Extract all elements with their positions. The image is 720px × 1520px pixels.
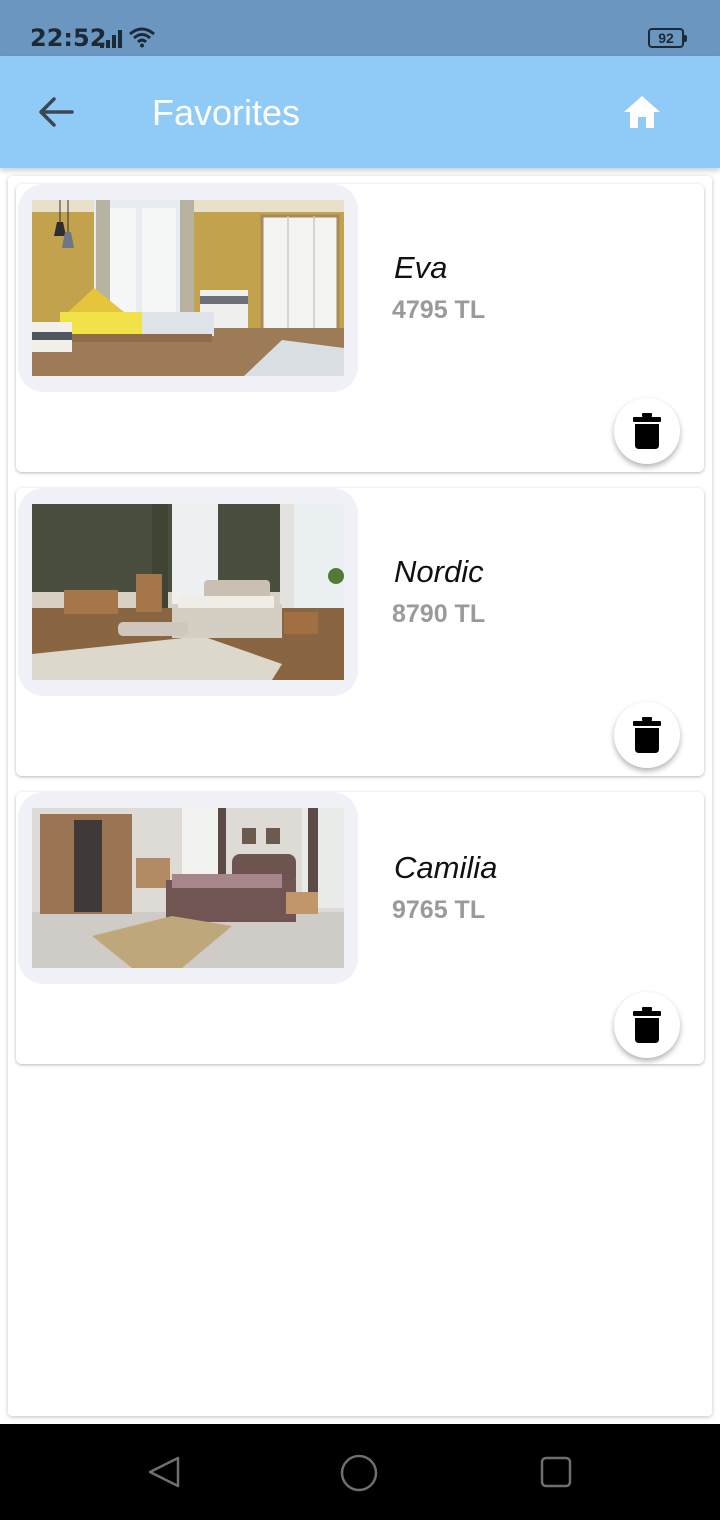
favorites-list: Eva 4795 TL Nordic 8790 TL Camilia 9765 … xyxy=(8,176,712,1416)
trash-icon xyxy=(633,717,661,753)
nav-home-icon[interactable] xyxy=(340,1454,378,1492)
product-image-nordic xyxy=(32,504,344,680)
battery-indicator: 92 xyxy=(648,28,687,48)
nav-recents-icon[interactable] xyxy=(538,1454,574,1490)
thumbnail-frame xyxy=(18,184,358,392)
status-bar: 22:52 92 xyxy=(0,0,720,56)
home-icon xyxy=(624,96,660,128)
product-image-camilia xyxy=(32,808,344,968)
home-button[interactable] xyxy=(616,84,668,140)
system-nav-bar xyxy=(0,1424,720,1520)
favorite-card[interactable]: Nordic 8790 TL xyxy=(16,488,704,776)
item-name: Nordic xyxy=(394,554,484,589)
thumbnail-frame xyxy=(18,792,358,984)
product-image-eva xyxy=(32,200,344,376)
delete-button[interactable] xyxy=(614,702,680,768)
item-price: 9765 TL xyxy=(392,896,486,924)
page-title: Favorites xyxy=(152,92,301,133)
item-price: 4795 TL xyxy=(392,296,486,324)
app-bar: Favorites xyxy=(0,56,720,168)
nav-back-icon[interactable] xyxy=(146,1454,182,1490)
status-time: 22:52 xyxy=(30,24,107,52)
favorite-card[interactable]: Camilia 9765 TL xyxy=(16,792,704,1064)
delete-button[interactable] xyxy=(614,992,680,1058)
signal-icon xyxy=(100,30,122,48)
item-name: Eva xyxy=(394,250,448,285)
item-name: Camilia xyxy=(394,850,498,885)
item-price: 8790 TL xyxy=(392,600,486,628)
favorite-card[interactable]: Eva 4795 TL xyxy=(16,184,704,472)
back-button[interactable] xyxy=(30,86,82,138)
arrow-left-icon xyxy=(39,97,74,127)
thumbnail-frame xyxy=(18,488,358,696)
trash-icon xyxy=(633,1007,661,1043)
wifi-icon xyxy=(129,27,155,48)
trash-icon xyxy=(633,413,661,449)
delete-button[interactable] xyxy=(614,398,680,464)
